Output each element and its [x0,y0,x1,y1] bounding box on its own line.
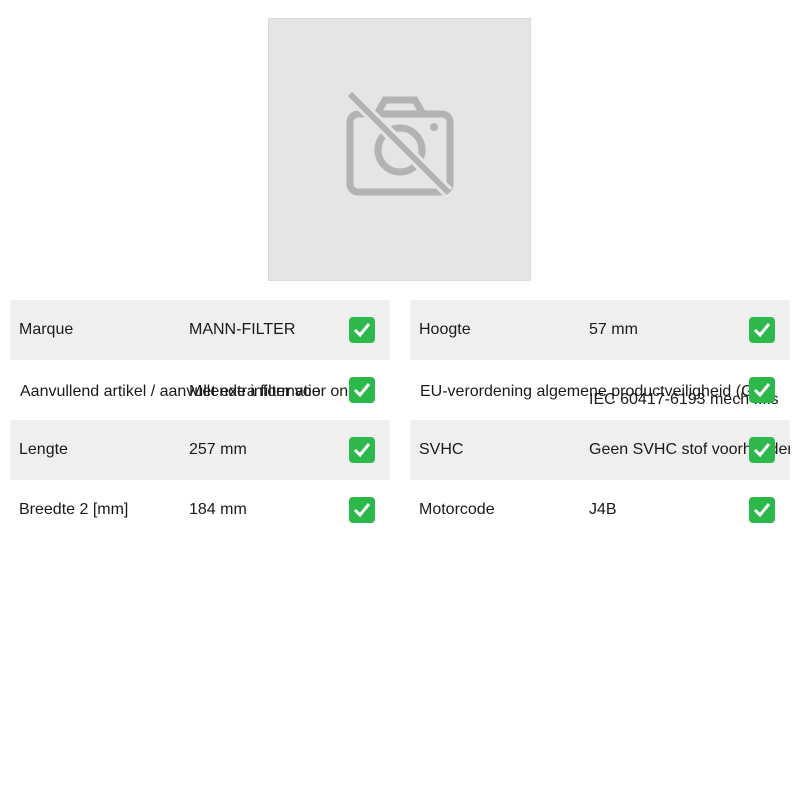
table-row: Aanvullend artikel / aanvullende informa… [10,360,390,420]
spec-label: SVHC [419,441,464,458]
spec-value: 57 mm [589,321,638,338]
table-row: Hoogte 57 mm [410,300,790,360]
table-row: Marque MANN-FILTER [10,300,390,360]
spec-label: Motorcode [419,501,495,518]
spec-label: Marque [19,321,74,338]
spec-value: 184 mm [189,501,247,518]
check-icon [749,317,775,343]
product-image-placeholder [268,18,531,281]
check-icon [749,497,775,523]
check-icon [349,437,375,463]
check-icon [749,437,775,463]
table-row: Motorcode J4B [410,480,790,540]
spec-label: Hoogte [419,321,471,338]
spec-table-right: Hoogte 57 mm EU-verordening algemene pro… [410,300,790,540]
spec-value: MANN-FILTER [189,321,296,338]
spec-label: Breedte 2 [mm] [19,501,129,518]
table-row: Lengte 257 mm [10,420,390,480]
table-row: Breedte 2 [mm] 184 mm [10,480,390,540]
spec-label: Lengte [19,441,68,458]
check-icon [349,317,375,343]
check-icon [749,377,775,403]
table-row: SVHC Geen SVHC stof voorhanden [410,420,790,480]
spec-value: 257 mm [189,441,247,458]
check-icon [349,377,375,403]
camera-off-icon [345,89,455,207]
spec-table-left: Marque MANN-FILTER Aanvullend artikel / … [10,300,390,540]
check-icon [349,497,375,523]
spec-value: Met extra filter voor onduc [189,383,374,400]
table-row: EU-verordening algemene productveilighei… [410,360,790,420]
spec-value: J4B [589,501,617,518]
